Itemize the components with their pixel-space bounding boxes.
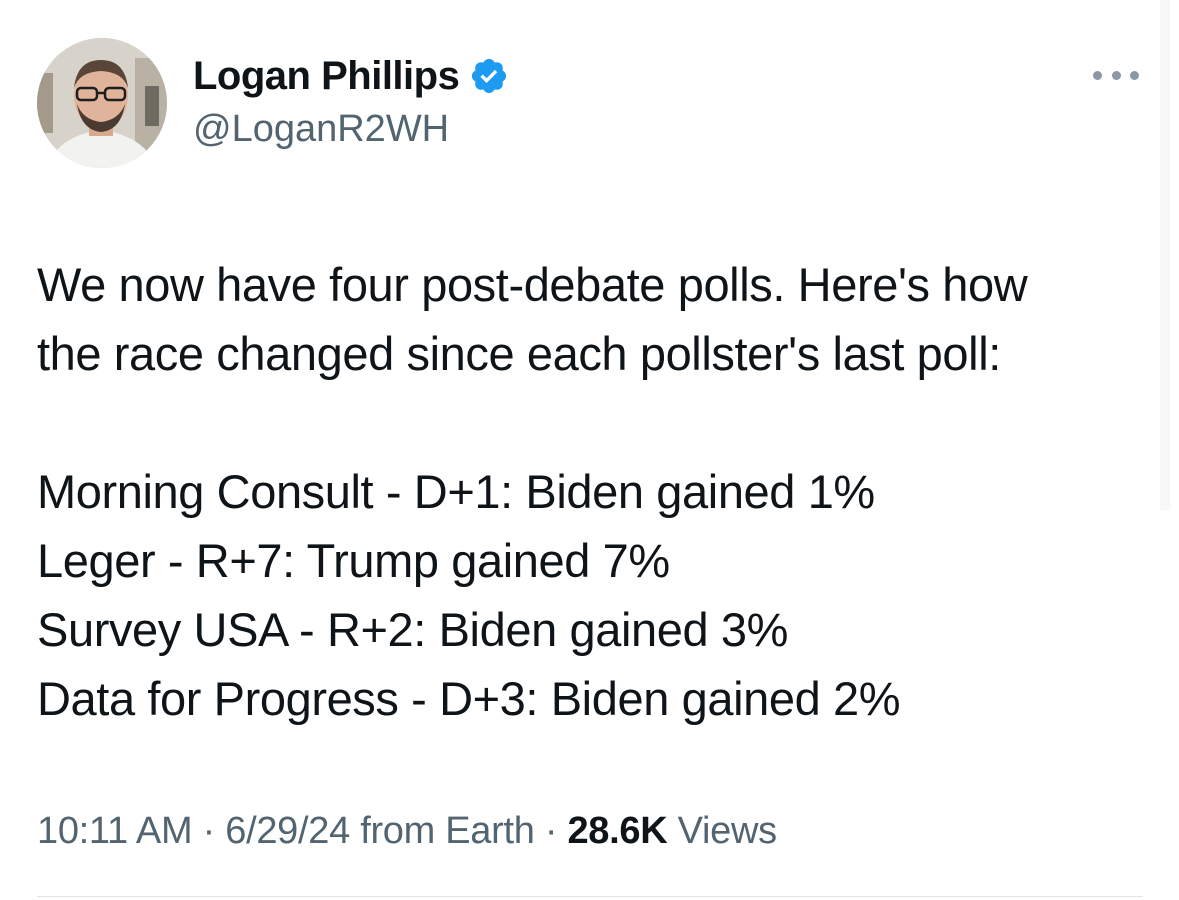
tweet-line: Data for Progress - D+3: Biden gained 2% <box>37 672 901 725</box>
meta-separator: · <box>544 810 558 852</box>
tweet-line: Leger - R+7: Trump gained 7% <box>37 534 670 587</box>
more-dot <box>1093 70 1102 80</box>
more-options-icon[interactable] <box>1093 64 1139 86</box>
tweet-source: from Earth <box>360 810 535 852</box>
more-dot <box>1111 70 1121 80</box>
divider <box>37 896 1143 897</box>
tweet-meta: 10:11 AM · 6/29/24 from Earth · 28.6K Vi… <box>37 810 777 853</box>
meta-separator: · <box>202 810 216 852</box>
tweet-line: We now have four post-debate polls. Here… <box>37 258 1028 311</box>
author-handle[interactable]: @LoganR2WH <box>193 108 449 151</box>
more-dot <box>1130 70 1139 80</box>
tweet-line: Survey USA - R+2: Biden gained 3% <box>37 603 788 656</box>
tweet-line: Morning Consult - D+1: Biden gained 1% <box>37 465 875 518</box>
tweet-date[interactable]: 6/29/24 <box>225 810 350 852</box>
verified-badge-icon[interactable] <box>469 56 509 96</box>
scroll-edge <box>1160 0 1170 510</box>
views-count[interactable]: 28.6K <box>567 810 667 852</box>
avatar[interactable] <box>37 38 167 168</box>
tweet-paragraph-gap <box>37 388 1157 457</box>
views-label[interactable]: Views <box>678 810 777 852</box>
tweet-line: the race changed since each pollster's l… <box>37 327 1001 380</box>
tweet-text: We now have four post-debate polls. Here… <box>37 250 1157 733</box>
author-name-row[interactable]: Logan Phillips <box>193 50 509 102</box>
author-display-name[interactable]: Logan Phillips <box>193 54 460 99</box>
tweet-time[interactable]: 10:11 AM <box>37 810 193 852</box>
